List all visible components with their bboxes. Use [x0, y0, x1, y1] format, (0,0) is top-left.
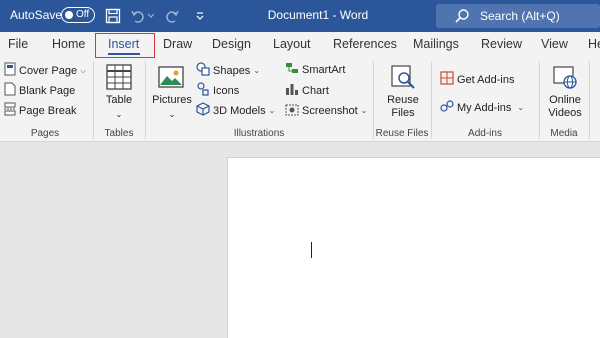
chart-icon [285, 82, 299, 99]
get-add-ins-button[interactable]: Get Add-ins [440, 71, 514, 88]
chevron-down-icon: ⌄ [268, 106, 276, 115]
shapes-icon [196, 62, 210, 79]
autosave-state: Off [76, 9, 90, 20]
smartart-button[interactable]: SmartArt [285, 62, 345, 77]
chart-label: Chart [302, 84, 329, 97]
group-label-reuse-files: Reuse Files [375, 128, 429, 139]
cover-page-label: Cover Page [19, 64, 78, 77]
my-add-ins-button[interactable]: My Add-ins ⌄ [440, 99, 524, 116]
tab-help[interactable]: He [588, 37, 600, 51]
group-label-tables: Tables [104, 128, 134, 139]
chevron-down-icon: ⌄ [253, 66, 261, 75]
tab-view[interactable]: View [541, 37, 568, 51]
active-tab-underline [108, 53, 140, 55]
undo-dropdown-icon[interactable] [146, 6, 156, 26]
tab-mailings[interactable]: Mailings [413, 37, 459, 51]
3d-models-label: 3D Models [213, 104, 266, 117]
chevron-down-icon: ⌄ [360, 106, 368, 115]
search-placeholder: Search (Alt+Q) [480, 9, 560, 23]
page-break-icon [4, 102, 16, 119]
page-break-button[interactable]: Page Break [4, 102, 76, 119]
my-add-ins-label: My Add-ins [457, 101, 512, 114]
reuse-files-label-1: Reuse [387, 94, 419, 106]
online-videos-label-2: Videos [548, 107, 582, 119]
screenshot-icon [285, 102, 299, 119]
cover-page-button[interactable]: Cover Page ⌵ [4, 62, 86, 79]
text-cursor [311, 242, 312, 258]
icons-button[interactable]: Icons [196, 82, 239, 99]
group-separator [589, 61, 590, 139]
tab-layout[interactable]: Layout [273, 37, 311, 51]
group-label-pages: Pages [30, 128, 60, 139]
pictures-icon [158, 66, 184, 93]
pictures-label: Pictures [152, 94, 192, 106]
icons-label: Icons [213, 84, 240, 97]
my-add-ins-icon [440, 99, 454, 116]
blank-page-label: Blank Page [19, 84, 76, 97]
chevron-down-icon: ⌵ [80, 65, 87, 75]
group-label-illustrations: Illustrations [233, 128, 285, 139]
screenshot-button[interactable]: Screenshot ⌄ [285, 102, 367, 119]
icons-icon [196, 82, 210, 99]
shapes-label: Shapes [213, 64, 251, 77]
autosave-toggle[interactable]: Off [61, 7, 95, 23]
shapes-button[interactable]: Shapes ⌄ [196, 62, 260, 79]
group-label-add-ins: Add-ins [468, 128, 502, 139]
smartart-icon [285, 62, 299, 77]
document-title: Document1 - Word [267, 8, 369, 22]
undo-icon[interactable] [128, 6, 148, 26]
ribbon-tabs: File Home Insert Draw Design Layout Refe… [0, 32, 600, 58]
document-canvas [0, 142, 600, 338]
blank-page-button[interactable]: Blank Page [4, 82, 75, 99]
tab-draw[interactable]: Draw [163, 37, 192, 51]
ribbon-insert: Cover Page ⌵ Blank Page Page Break Pages … [0, 58, 600, 142]
redo-icon[interactable] [162, 6, 182, 26]
customize-toolbar-icon[interactable] [190, 6, 210, 26]
reuse-files-label-2: Files [391, 107, 415, 119]
blank-page-icon [4, 82, 16, 99]
3d-models-button[interactable]: 3D Models ⌄ [196, 102, 275, 119]
group-label-media: Media [550, 128, 578, 139]
save-icon[interactable] [103, 6, 123, 26]
search-icon [454, 8, 470, 29]
store-icon [440, 71, 454, 88]
table-icon [106, 64, 132, 95]
chart-button[interactable]: Chart [285, 82, 329, 99]
online-video-icon [552, 64, 578, 95]
tab-review[interactable]: Review [481, 37, 522, 51]
cube-icon [196, 102, 210, 119]
search-box[interactable]: Search (Alt+Q) [436, 4, 600, 28]
tab-file[interactable]: File [8, 37, 28, 51]
online-videos-label-1: Online [549, 94, 581, 106]
screenshot-label: Screenshot [302, 104, 358, 117]
tab-home[interactable]: Home [52, 37, 85, 51]
chevron-down-icon: ⌄ [115, 110, 123, 119]
chevron-down-icon: ⌄ [168, 110, 176, 119]
tab-references[interactable]: References [333, 37, 397, 51]
smartart-label: SmartArt [302, 63, 346, 76]
tab-design[interactable]: Design [212, 37, 251, 51]
chevron-down-icon: ⌄ [517, 103, 525, 112]
reuse-files-icon [390, 64, 416, 95]
table-label: Table [105, 94, 133, 106]
get-add-ins-label: Get Add-ins [457, 73, 515, 86]
cover-page-icon [4, 62, 16, 79]
document-page[interactable] [227, 157, 600, 338]
toggle-knob [65, 11, 73, 19]
title-bar: AutoSave Off Document1 - Word Search (Al… [0, 0, 600, 32]
page-break-label: Page Break [19, 104, 77, 117]
autosave-label: AutoSave [10, 8, 63, 22]
